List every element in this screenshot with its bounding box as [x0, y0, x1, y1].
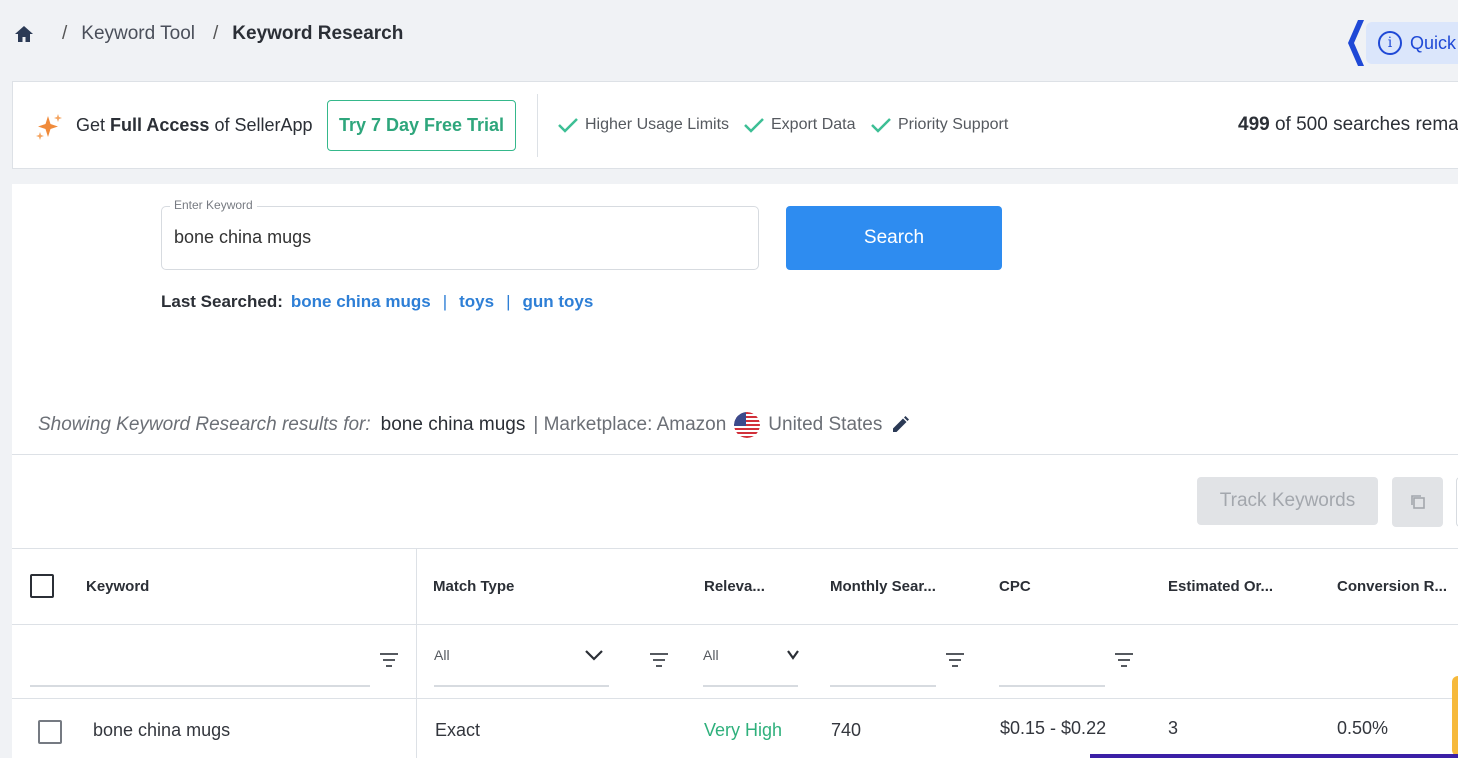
match-type-select[interactable]: [434, 685, 609, 687]
match-type-select-value[interactable]: All: [434, 647, 450, 663]
feature-priority-support: Priority Support: [870, 116, 1008, 134]
sparkle-icon: [36, 114, 62, 140]
copy-button[interactable]: [1392, 477, 1443, 527]
chevron-left-icon: [1348, 20, 1364, 66]
feature-label: Export Data: [771, 116, 856, 133]
upgrade-suffix: of SellerApp: [214, 115, 313, 135]
results-keyword: bone china mugs: [380, 414, 526, 435]
cell-relevance: Very High: [704, 720, 783, 740]
search-button[interactable]: Search: [786, 206, 1002, 270]
recent-search-link[interactable]: gun toys: [523, 292, 594, 312]
cpc-filter-input[interactable]: [999, 685, 1105, 687]
breadcrumb-separator: /: [62, 23, 68, 44]
last-searched-label: Last Searched:: [161, 292, 283, 311]
separator: |: [442, 292, 448, 311]
us-flag-icon: [734, 412, 761, 438]
monthly-searches-filter-input[interactable]: [830, 685, 936, 687]
searches-used-count: 499: [1238, 114, 1270, 135]
results-country: United States: [768, 414, 883, 435]
results-panel: Showing Keyword Research results for: bo…: [12, 342, 1458, 758]
results-summary-prefix: Showing Keyword Research results for:: [38, 414, 371, 435]
column-header-monthly-searches[interactable]: Monthly Sear...: [830, 578, 936, 595]
column-divider: [416, 548, 417, 758]
bottom-widget-bar[interactable]: [1090, 754, 1458, 758]
home-icon[interactable]: [14, 24, 34, 44]
divider: [12, 454, 1458, 455]
cell-keyword[interactable]: bone china mugs: [93, 720, 230, 741]
cell-monthly-searches: 740: [831, 720, 862, 740]
keyword-field[interactable]: Enter Keyword: [161, 198, 759, 270]
side-widget-tab[interactable]: [1452, 676, 1458, 756]
upgrade-bold: Full Access: [110, 115, 210, 135]
filter-icon[interactable]: [379, 652, 399, 668]
upgrade-prefix: Get: [76, 115, 106, 135]
keyword-input[interactable]: [174, 227, 744, 248]
upgrade-banner: Get Full Access of SellerApp Try 7 Day F…: [12, 81, 1458, 169]
chevron-down-icon[interactable]: [786, 648, 800, 662]
chevron-down-icon[interactable]: [584, 648, 604, 662]
row-checkbox[interactable]: [38, 720, 62, 744]
select-all-checkbox[interactable]: [30, 574, 54, 598]
quick-label: Quick: [1410, 32, 1457, 53]
feature-usage-limits: Higher Usage Limits: [557, 116, 729, 134]
column-header-match-type[interactable]: Match Type: [433, 578, 514, 595]
table-top-border: [12, 548, 1458, 549]
track-keywords-button[interactable]: Track Keywords: [1197, 477, 1378, 525]
check-icon: [871, 118, 891, 133]
divider: [537, 94, 538, 157]
filter-icon[interactable]: [649, 652, 669, 668]
free-trial-button[interactable]: Try 7 Day Free Trial: [327, 100, 516, 151]
column-header-relevance[interactable]: Releva...: [704, 578, 765, 595]
recent-search-link[interactable]: toys: [459, 292, 494, 312]
info-icon: i: [1378, 31, 1402, 55]
cell-estimated-orders: 3: [1168, 718, 1179, 738]
filter-icon[interactable]: [1114, 652, 1134, 668]
feature-label: Priority Support: [898, 116, 1009, 133]
check-icon: [744, 118, 764, 133]
relevance-select[interactable]: [703, 685, 798, 687]
header-divider: [12, 624, 1458, 625]
searches-remaining-text: of 500 searches rema: [1274, 114, 1458, 135]
cell-conversion-rate: 0.50%: [1337, 718, 1389, 738]
results-summary: Showing Keyword Research results for: bo…: [38, 412, 910, 438]
quick-help-tab[interactable]: i Quick: [1348, 20, 1458, 66]
column-header-cpc[interactable]: CPC: [999, 578, 1031, 595]
upgrade-text: Get Full Access of SellerApp: [76, 115, 313, 136]
copy-icon: [1410, 495, 1425, 509]
cell-cpc: $0.15 - $0.22: [1000, 718, 1107, 738]
keyword-filter-input[interactable]: [30, 685, 370, 687]
quick-help-pill[interactable]: i Quick: [1366, 22, 1458, 64]
cell-match-type: Exact: [435, 720, 481, 740]
filter-divider: [12, 698, 1458, 699]
searches-remaining: 499 of 500 searches rema: [1238, 114, 1458, 136]
feature-export-data: Export Data: [743, 116, 855, 134]
results-marketplace: | Marketplace: Amazon: [533, 414, 727, 435]
breadcrumb-item-keyword-tool[interactable]: Keyword Tool: [81, 23, 195, 45]
breadcrumb-item-keyword-research: Keyword Research: [232, 23, 404, 44]
recent-search-link[interactable]: bone china mugs: [291, 292, 431, 312]
column-header-keyword[interactable]: Keyword: [86, 578, 149, 595]
column-header-estimated-orders[interactable]: Estimated Or...: [1168, 578, 1273, 595]
check-icon: [558, 118, 578, 133]
breadcrumb: / Keyword Tool / Keyword Research: [14, 20, 403, 48]
last-searched: Last Searched: bone china mugs | toys | …: [161, 292, 593, 312]
column-header-conversion-rate[interactable]: Conversion R...: [1337, 578, 1447, 595]
search-panel: Enter Keyword Search Last Searched: bone…: [12, 184, 1458, 342]
edit-pencil-icon[interactable]: [890, 415, 910, 435]
feature-label: Higher Usage Limits: [585, 116, 730, 133]
separator: |: [506, 292, 511, 311]
relevance-select-value[interactable]: All: [703, 647, 719, 663]
keyword-field-label: Enter Keyword: [170, 198, 257, 212]
filter-icon[interactable]: [945, 652, 965, 668]
breadcrumb-separator: /: [213, 23, 219, 44]
